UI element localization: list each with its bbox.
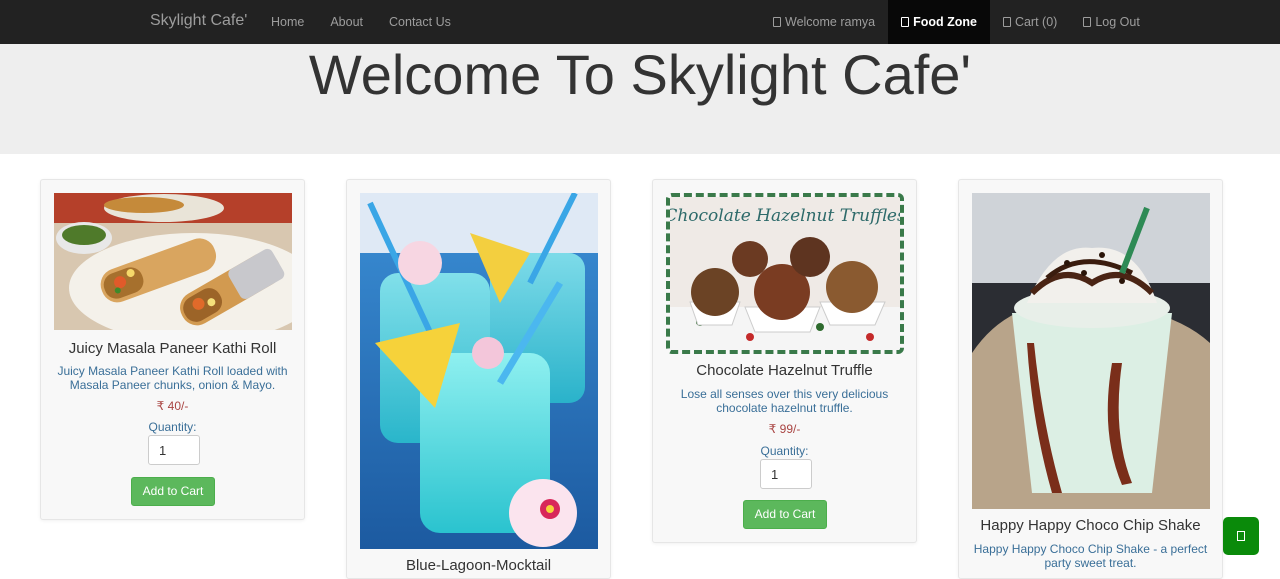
product-description: Happy Happy Choco Chip Shake - a perfect… bbox=[973, 542, 1208, 570]
chat-button[interactable] bbox=[1223, 517, 1259, 555]
product-description: Lose all senses over this very delicious… bbox=[680, 387, 889, 415]
blue-lagoon-image bbox=[360, 193, 598, 549]
add-to-cart-button[interactable]: Add to Cart bbox=[743, 500, 827, 529]
logout-icon bbox=[1083, 17, 1092, 27]
product-card-hazelnut-truffle: Chocolate Hazelnut Truffles Chocolate Ha… bbox=[652, 179, 917, 543]
product-price: ₹ 99/- bbox=[768, 422, 801, 436]
product-card-choco-shake: Happy Happy Choco Chip Shake Happy Happy… bbox=[958, 179, 1223, 579]
quantity-label: Quantity: bbox=[148, 420, 197, 434]
choco-shake-image bbox=[972, 193, 1210, 509]
nav-food-zone[interactable]: Food Zone bbox=[888, 0, 990, 44]
nav-home[interactable]: Home bbox=[258, 0, 317, 44]
nav-user-links: Welcome ramya Food Zone Cart (0) Log Out bbox=[760, 0, 1153, 44]
nav-food-zone-label: Food Zone bbox=[913, 15, 977, 29]
nav-welcome-label: Welcome ramya bbox=[785, 15, 876, 29]
add-to-cart-button[interactable]: Add to Cart bbox=[131, 477, 215, 506]
truffle-image-caption: Chocolate Hazelnut Truffles bbox=[670, 206, 900, 226]
brand-link[interactable]: Skylight Cafe' bbox=[150, 12, 247, 30]
navbar: Skylight Cafe' Home About Contact Us Wel… bbox=[0, 0, 1280, 44]
chat-icon bbox=[1237, 531, 1245, 541]
nav-welcome[interactable]: Welcome ramya bbox=[760, 0, 888, 44]
kathi-roll-image bbox=[54, 193, 292, 330]
cart-icon bbox=[1002, 17, 1011, 27]
quantity-label: Quantity: bbox=[760, 444, 809, 458]
hero-title: Welcome To Skylight Cafe' bbox=[308, 43, 972, 106]
product-description: Juicy Masala Paneer Kathi Roll loaded wi… bbox=[57, 364, 288, 392]
product-name: Chocolate Hazelnut Truffle bbox=[696, 362, 873, 379]
product-name: Happy Happy Choco Chip Shake bbox=[980, 517, 1201, 534]
nav-logout-label: Log Out bbox=[1095, 15, 1140, 29]
nav-links: Home About Contact Us bbox=[258, 0, 464, 44]
nav-contact[interactable]: Contact Us bbox=[376, 0, 464, 44]
hero-banner: Welcome To Skylight Cafe' bbox=[0, 44, 1280, 154]
nav-cart[interactable]: Cart (0) bbox=[990, 0, 1070, 44]
product-price: ₹ 40/- bbox=[156, 399, 189, 413]
nav-logout[interactable]: Log Out bbox=[1070, 0, 1152, 44]
product-name: Juicy Masala Paneer Kathi Roll bbox=[68, 340, 277, 357]
truffle-image: Chocolate Hazelnut Truffles bbox=[666, 193, 904, 354]
quantity-input[interactable] bbox=[760, 459, 812, 489]
nav-cart-label: Cart (0) bbox=[1014, 15, 1058, 29]
food-icon bbox=[901, 17, 910, 27]
product-name: Blue-Lagoon-Mocktail bbox=[405, 557, 552, 574]
nav-about[interactable]: About bbox=[317, 0, 376, 44]
user-icon bbox=[773, 17, 781, 27]
product-card-blue-lagoon: Blue-Lagoon-Mocktail bbox=[346, 179, 611, 579]
product-card-kathi-roll: Juicy Masala Paneer Kathi Roll Juicy Mas… bbox=[40, 179, 305, 520]
quantity-input[interactable] bbox=[148, 435, 200, 465]
